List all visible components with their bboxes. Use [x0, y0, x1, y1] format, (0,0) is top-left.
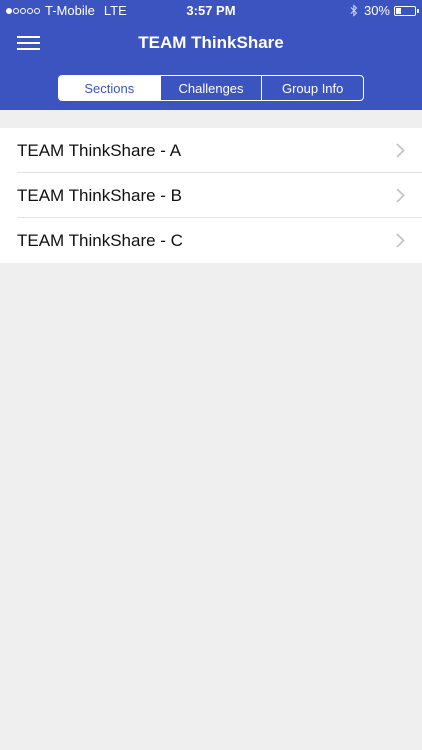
list-item-label: TEAM ThinkShare - C [17, 230, 183, 250]
battery-percentage: 30% [363, 3, 390, 18]
sections-list: TEAM ThinkShare - A TEAM ThinkShare - B … [0, 128, 422, 263]
battery-tip [417, 8, 419, 13]
tab-sections[interactable]: Sections [59, 76, 160, 100]
list-item-label: TEAM ThinkShare - A [17, 140, 182, 160]
chevron-right-icon [396, 233, 405, 248]
list-item-section-c[interactable]: TEAM ThinkShare - C [0, 218, 422, 263]
tab-group-info[interactable]: Group Info [261, 76, 363, 100]
list-item-section-b[interactable]: TEAM ThinkShare - B [0, 173, 422, 218]
app-header: T-Mobile LTE 3:57 PM 30% TEAM ThinkShare… [0, 0, 422, 110]
chevron-right-icon [396, 188, 405, 203]
status-right: 30% [350, 3, 419, 18]
chevron-right-icon [396, 143, 405, 158]
bluetooth-icon [350, 4, 358, 17]
page-title: TEAM ThinkShare [138, 33, 284, 52]
segmented-control: Sections Challenges Group Info [58, 75, 364, 101]
nav-bar: TEAM ThinkShare [0, 22, 422, 64]
battery-icon [394, 5, 419, 16]
list-item-section-a[interactable]: TEAM ThinkShare - A [0, 128, 422, 173]
tab-challenges[interactable]: Challenges [159, 76, 262, 100]
status-bar: T-Mobile LTE 3:57 PM 30% [0, 0, 422, 22]
list-item-label: TEAM ThinkShare - B [17, 185, 183, 205]
battery-level [396, 7, 402, 14]
